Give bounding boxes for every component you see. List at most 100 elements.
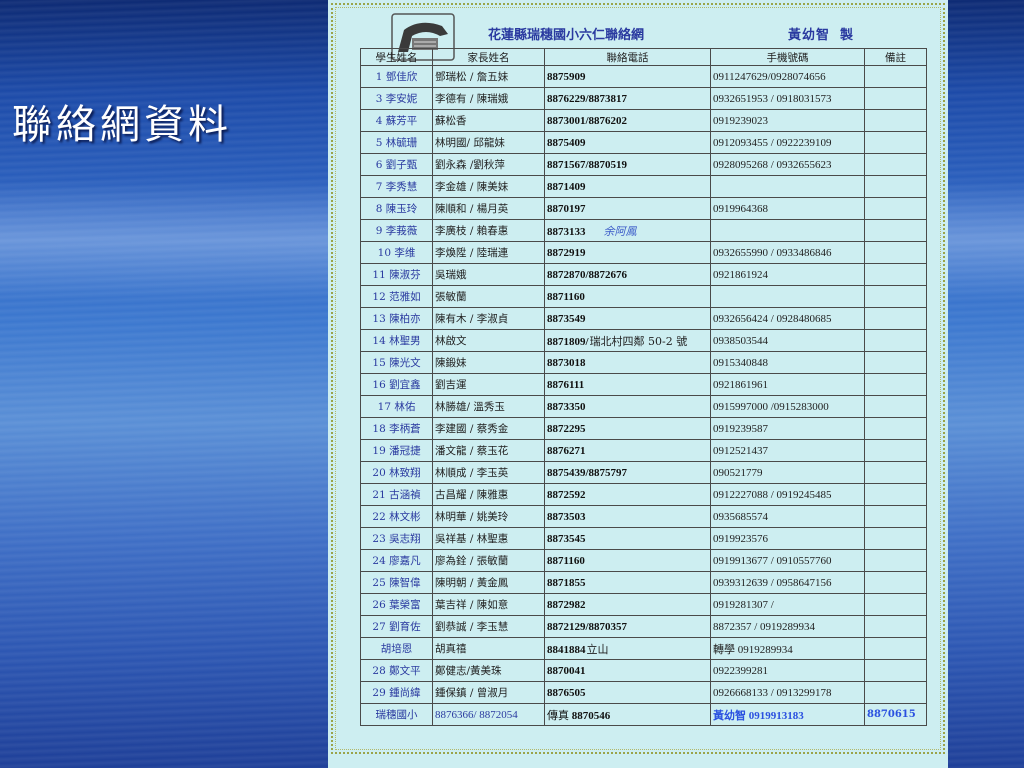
- phone-value: 8871855: [547, 576, 586, 589]
- note-cell: [864, 263, 927, 286]
- note-cell: [864, 175, 927, 198]
- phone-cell: 8876229/8873817: [544, 87, 711, 110]
- parent-cell: 鍾保鎮 / 曾淑月: [432, 681, 545, 704]
- header-parent: 家長姓名: [432, 48, 545, 66]
- table-row: 8 陳玉玲 陳順和 / 楊月英 8870197 0919964368: [360, 197, 927, 220]
- mobile-cell: [710, 219, 865, 242]
- footer-contact: 黃幼智 0919913183: [710, 703, 865, 726]
- student-cell: 4 蘇芳平: [360, 109, 433, 132]
- phone-cell: 8871160: [544, 285, 711, 308]
- note-cell: [864, 329, 927, 352]
- parent-cell: 李金雄 / 陳美妹: [432, 175, 545, 198]
- parent-cell: 潘文龍 / 蔡玉花: [432, 439, 545, 462]
- mobile-cell: 0938503544: [710, 329, 865, 352]
- footer-school: 瑞穗國小: [360, 703, 433, 726]
- mobile-cell: 0928095268 / 0932655623: [710, 153, 865, 176]
- table-row: 29 鍾尚緯 鍾保鎮 / 曾淑月 8876505 0926668133 / 09132…: [360, 681, 927, 704]
- table-row: 25 陳智偉 陳明朝 / 黃金鳳 8871855 0939312639 / 09586…: [360, 571, 927, 594]
- note-cell: [864, 549, 927, 572]
- student-cell: 29 鍾尚緯: [360, 681, 433, 704]
- student-cell: 6 劉子甄: [360, 153, 433, 176]
- phone-cell: 8873503: [544, 505, 711, 528]
- slide-title: 聯絡網資料: [12, 102, 232, 148]
- phone-value: 8871409: [547, 180, 586, 193]
- header-student: 學生姓名: [360, 48, 433, 66]
- parent-cell: 張敏蘭: [432, 285, 545, 308]
- note-cell: [864, 307, 927, 330]
- mobile-cell: 0939312639 / 0958647156: [710, 571, 865, 594]
- phone-note: 立山: [586, 642, 609, 656]
- parent-cell: 吳瑞娥: [432, 263, 545, 286]
- student-cell: 16 劉宜鑫: [360, 373, 433, 396]
- table-row: 4 蘇芳平 蘇松香 8873001/8876202 0919239023: [360, 109, 927, 132]
- phone-note: 余阿鳳: [603, 224, 637, 238]
- parent-cell: 劉永森 /劉秋萍: [432, 153, 545, 176]
- note-cell: [864, 153, 927, 176]
- phone-cell: 8873549: [544, 307, 711, 330]
- note-cell: [864, 659, 927, 682]
- mobile-cell: [710, 175, 865, 198]
- phone-value: 8871809/: [547, 335, 589, 348]
- student-cell: 3 李安妮: [360, 87, 433, 110]
- student-cell: 20 林致翔: [360, 461, 433, 484]
- parent-cell: 李廣枝 / 賴春惠: [432, 219, 545, 242]
- phone-value: 8871160: [547, 554, 585, 567]
- table-row: 26 葉榮富 葉吉祥 / 陳如意 8872982 0919281307 /: [360, 593, 927, 616]
- table-row: 10 李维 李煥陞 / 陸瑞連 8872919 0932655990 / 093348…: [360, 241, 927, 264]
- student-cell: 23 吳志翔: [360, 527, 433, 550]
- table-row: 18 李柄蒼 李建國 / 蔡秀金 8872295 0919239587: [360, 417, 927, 440]
- student-cell: 5 林毓珊: [360, 131, 433, 154]
- phone-value: 8872592: [547, 488, 586, 501]
- table-row: 22 林文彬 林明華 / 姚美玲 8873503 0935685574: [360, 505, 927, 528]
- phone-value: 8872919: [547, 246, 586, 259]
- parent-cell: 陳明朝 / 黃金鳳: [432, 571, 545, 594]
- parent-cell: 古昌耀 / 陳雅惠: [432, 483, 545, 506]
- table-row: 17 林佑 林勝雄/ 溫秀玉 8873350 0915997000 /09152830…: [360, 395, 927, 418]
- parent-cell: 胡真禧: [432, 637, 545, 660]
- phone-cell: 8875909: [544, 65, 711, 88]
- phone-cell: 8871160: [544, 549, 711, 572]
- table-row: 16 劉宜鑫 劉吉運 8876111 0921861961: [360, 373, 927, 396]
- phone-cell: 8875409: [544, 131, 711, 154]
- parent-cell: 劉吉運: [432, 373, 545, 396]
- table-row: 5 林毓珊 林明國/ 邱龍妹 8875409 0912093455 / 0922239…: [360, 131, 927, 154]
- parent-cell: 李建國 / 蔡秀金: [432, 417, 545, 440]
- student-cell: 22 林文彬: [360, 505, 433, 528]
- student-cell: 17 林佑: [360, 395, 433, 418]
- student-cell: 24 廖嘉凡: [360, 549, 433, 572]
- phone-cell: 8876271: [544, 439, 711, 462]
- mobile-cell: 0915997000 /0915283000: [710, 395, 865, 418]
- student-cell: 14 林聖男: [360, 329, 433, 352]
- phone-value: 8871160: [547, 290, 585, 303]
- note-cell: [864, 87, 927, 110]
- table-row: 6 劉子甄 劉永森 /劉秋萍 8871567/8870519 0928095268 /…: [360, 153, 927, 176]
- fax-number: 8870546: [571, 709, 611, 722]
- table-footer-row: 瑞穗國小 8876366/ 8872054 傳真 8870546 黃幼智 091…: [360, 703, 927, 726]
- phone-value: 8870197: [547, 202, 586, 215]
- parent-cell: 林明華 / 姚美玲: [432, 505, 545, 528]
- mobile-cell: 0912227088 / 0919245485: [710, 483, 865, 506]
- note-cell: [864, 439, 927, 462]
- student-cell: 25 陳智偉: [360, 571, 433, 594]
- mobile-cell: 0921861961: [710, 373, 865, 396]
- mobile-cell: 轉學 0919289934: [710, 637, 865, 660]
- phone-value: 8873018: [547, 356, 586, 369]
- mobile-cell: 0922399281: [710, 659, 865, 682]
- parent-cell: 林順成 / 李玉英: [432, 461, 545, 484]
- table-row: 28 鄭文平 鄭健志/黃美珠 8870041 0922399281: [360, 659, 927, 682]
- document-author: 黃幼智製: [788, 24, 854, 43]
- contact-table: 學生姓名 家長姓名 聯絡電話 手機號碼 備註 1 鄧佳欣 鄧瑞松 / 詹五妹 887…: [360, 48, 927, 726]
- table-row: 9 李莪薇 李廣枝 / 賴春惠 8873133 余阿鳳: [360, 219, 927, 242]
- note-cell: [864, 615, 927, 638]
- table-row: 3 李安妮 李德有 / 陳瑞娥 8876229/8873817 0932651953 …: [360, 87, 927, 110]
- note-cell: [864, 351, 927, 374]
- mobile-cell: 0926668133 / 0913299178: [710, 681, 865, 704]
- phone-cell: 8873545: [544, 527, 711, 550]
- note-cell: [864, 483, 927, 506]
- student-cell: 8 陳玉玲: [360, 197, 433, 220]
- parent-cell: 陳順和 / 楊月英: [432, 197, 545, 220]
- phone-cell: 8871855: [544, 571, 711, 594]
- phone-cell: 8870197: [544, 197, 711, 220]
- phone-cell: 8873001/8876202: [544, 109, 711, 132]
- phone-value: 8841884: [547, 643, 586, 656]
